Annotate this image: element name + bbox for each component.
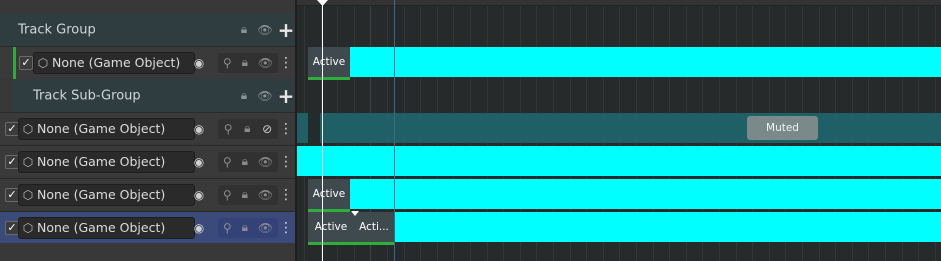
track-2-enable-checkbox[interactable]: ✓ [5, 121, 19, 136]
track-1-active-clip[interactable]: Active [308, 47, 350, 80]
lock-icon[interactable]: 🔒︎ [242, 55, 248, 70]
object-field-value: None (Game Object) [37, 220, 166, 235]
clip-label: Active [312, 188, 346, 200]
object-field-value: None (Game Object) [37, 187, 166, 202]
track-4-enable-checkbox[interactable]: ✓ [5, 187, 19, 202]
track-5-active-clip-2[interactable]: Acti... [354, 212, 394, 245]
lock-icon[interactable]: 🔒︎ [244, 121, 250, 136]
object-picker-icon[interactable]: ◉ [189, 119, 209, 139]
track-5-icon-box: ⚲ 🔒︎ 👁︎ [218, 217, 278, 238]
object-picker-icon[interactable]: ◉ [189, 53, 209, 73]
eye-icon[interactable]: 👁︎ [258, 221, 273, 235]
track-header-panel: Track Group 🔒︎ 👁︎ + ✓ ⬡ None (Game Objec… [0, 0, 297, 261]
object-picker-icon[interactable]: ◉ [189, 185, 209, 205]
eye-icon[interactable]: 👁︎ [255, 86, 275, 106]
track-row-1[interactable]: ✓ ⬡ None (Game Object) ◉ ⚲ 🔒︎ 👁︎ ⋮ [0, 46, 295, 79]
track-3-enable-checkbox[interactable]: ✓ [5, 154, 19, 169]
eye-icon[interactable]: 👁︎ [258, 188, 273, 202]
track-5-active-clip-1[interactable]: Active [308, 212, 354, 245]
object-field-value: None (Game Object) [37, 154, 166, 169]
clip-label: Active [314, 221, 348, 233]
playhead[interactable] [322, 0, 323, 261]
pin-icon[interactable]: ⚲ [223, 56, 232, 70]
track-menu-icon[interactable]: ⋮ [279, 119, 293, 139]
track-row-3[interactable]: ✓ ⬡ None (Game Object) ◉ ⚲ 🔒︎ 👁︎ ⋮ [0, 145, 295, 177]
lock-icon[interactable]: 🔒︎ [242, 187, 248, 202]
track-1-lane[interactable] [350, 47, 941, 77]
cube-icon: ⬡ [37, 55, 49, 70]
track-5-object-field[interactable]: ⬡ None (Game Object) [18, 216, 195, 239]
object-field-value: None (Game Object) [37, 121, 166, 136]
clip-label: Acti... [359, 221, 389, 233]
pin-icon[interactable]: ⚲ [223, 188, 232, 202]
object-picker-icon[interactable]: ◉ [189, 152, 209, 172]
secondary-time-marker[interactable] [394, 0, 395, 261]
track-1-icon-box: ⚲ 🔒︎ 👁︎ [218, 52, 278, 73]
add-track-plus-icon[interactable]: + [276, 84, 296, 108]
track-2-object-field[interactable]: ⬡ None (Game Object) [18, 117, 195, 140]
eye-icon[interactable]: 👁︎ [258, 56, 273, 70]
track-menu-icon[interactable]: ⋮ [279, 218, 293, 238]
track-sub-group-title: Track Sub-Group [33, 88, 141, 103]
cube-icon: ⬡ [22, 220, 34, 235]
track-menu-icon[interactable]: ⋮ [279, 152, 293, 172]
lock-icon[interactable]: 🔒︎ [242, 154, 248, 169]
add-track-plus-icon[interactable]: + [276, 18, 296, 42]
track-5-lane[interactable] [394, 212, 941, 242]
lock-icon[interactable]: 🔒︎ [242, 220, 248, 235]
track-5-enable-checkbox[interactable]: ✓ [5, 220, 19, 235]
track-1-object-field[interactable]: ⬡ None (Game Object) [33, 51, 195, 74]
eye-hidden-icon[interactable]: ⊘ [262, 122, 272, 136]
track-2-icon-box: ⚲ 🔒︎ ⊘ [218, 118, 278, 139]
cube-icon: ⬡ [22, 154, 34, 169]
track-4-object-field[interactable]: ⬡ None (Game Object) [18, 183, 195, 206]
pin-icon[interactable]: ⚲ [223, 221, 232, 235]
track-3-icon-box: ⚲ 🔒︎ 👁︎ [218, 151, 278, 172]
cube-icon: ⬡ [22, 121, 34, 136]
pin-icon[interactable]: ⚲ [224, 122, 233, 136]
track-row-5[interactable]: ✓ ⬡ None (Game Object) ◉ ⚲ 🔒︎ 👁︎ ⋮ [0, 211, 295, 243]
track-2-muted-badge[interactable]: Muted [747, 116, 818, 140]
object-picker-icon[interactable]: ◉ [189, 218, 209, 238]
lock-icon[interactable]: 🔒︎ [234, 86, 254, 106]
track-2-start-block [308, 113, 320, 143]
track-4-icon-box: ⚲ 🔒︎ 👁︎ [218, 184, 278, 205]
track-menu-icon[interactable]: ⋮ [279, 53, 293, 73]
eye-icon[interactable]: 👁︎ [258, 155, 273, 169]
clip-label: Active [312, 56, 346, 68]
pin-icon[interactable]: ⚲ [223, 155, 232, 169]
track-group-row[interactable]: Track Group 🔒︎ 👁︎ + [0, 13, 295, 46]
track-4-active-clip[interactable]: Active [308, 179, 350, 212]
eye-icon[interactable]: 👁︎ [255, 20, 275, 40]
track-menu-icon[interactable]: ⋮ [279, 185, 293, 205]
track-1-enable-checkbox[interactable]: ✓ [19, 55, 33, 70]
object-field-value: None (Game Object) [52, 55, 181, 70]
track-4-lane[interactable] [350, 179, 941, 209]
track-sub-group-row[interactable]: Track Sub-Group 🔒︎ 👁︎ + [13, 79, 295, 112]
track-row-2[interactable]: ✓ ⬡ None (Game Object) ◉ ⚲ 🔒︎ ⊘ ⋮ [0, 112, 295, 144]
track-group-title: Track Group [18, 22, 96, 37]
cube-icon: ⬡ [22, 187, 34, 202]
track-row-4[interactable]: ✓ ⬡ None (Game Object) ◉ ⚲ 🔒︎ 👁︎ ⋮ [0, 178, 295, 210]
track-3-object-field[interactable]: ⬡ None (Game Object) [18, 150, 195, 173]
muted-label: Muted [766, 122, 799, 134]
lock-icon[interactable]: 🔒︎ [234, 20, 254, 40]
